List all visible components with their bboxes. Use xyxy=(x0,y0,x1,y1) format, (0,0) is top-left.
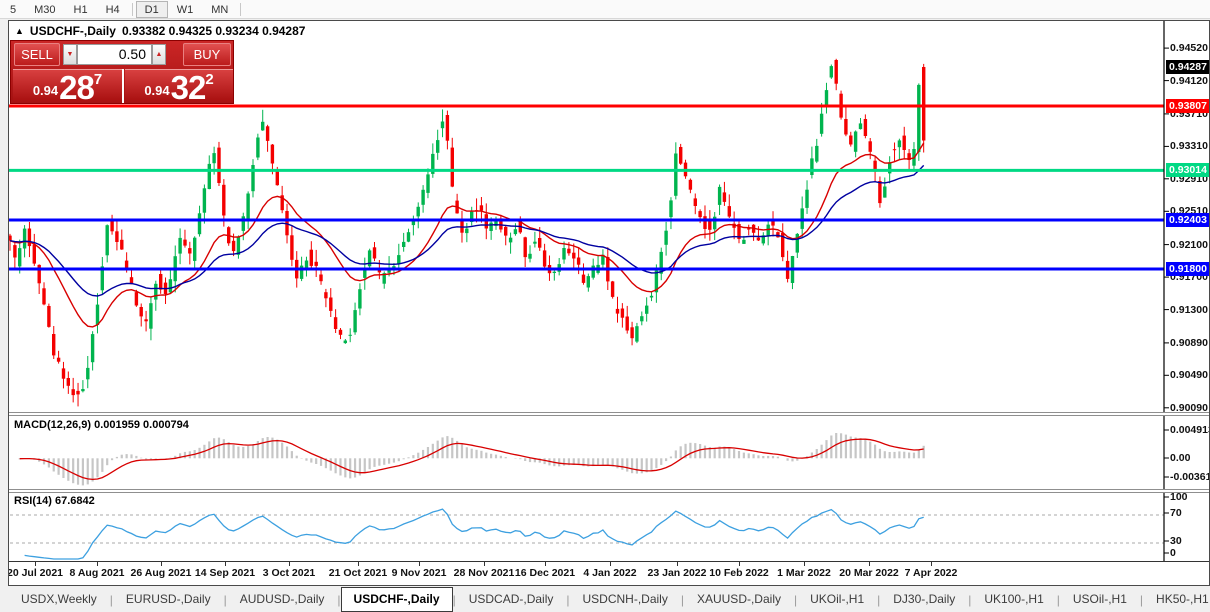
timeframe-button-h1[interactable]: H1 xyxy=(65,1,97,18)
date-tick xyxy=(97,562,98,566)
price-badge: 0.91800 xyxy=(1166,262,1210,276)
price-axis-label: 0.90490 xyxy=(1170,369,1208,381)
rsi-axis-label: 30 xyxy=(1170,535,1182,547)
date-axis-label: 7 Apr 2022 xyxy=(905,567,958,579)
toolbar-separator xyxy=(132,3,133,16)
date-tick xyxy=(358,562,359,566)
date-axis-label: 20 Mar 2022 xyxy=(839,567,899,579)
date-tick xyxy=(484,562,485,566)
tab-usoil-h1[interactable]: USOil-,H1 xyxy=(1060,587,1140,612)
chart-window: ▲ USDCHF-,Daily 0.93382 0.94325 0.93234 … xyxy=(8,20,1210,586)
date-axis-label: 1 Mar 2022 xyxy=(777,567,831,579)
tab-uk100-h1[interactable]: UK100-,H1 xyxy=(971,587,1056,612)
tab-ukoil-h1[interactable]: UKOil-,H1 xyxy=(797,587,877,612)
date-tick xyxy=(225,562,226,566)
rsi-axis-label: 70 xyxy=(1170,507,1182,519)
date-tick xyxy=(610,562,611,566)
price-axis-label: 0.90090 xyxy=(1170,402,1208,414)
date-axis-label: 26 Aug 2021 xyxy=(131,567,192,579)
tab-usdcad-daily[interactable]: USDCAD-,Daily xyxy=(456,587,567,612)
timeframe-toolbar: 5M30H1H4 D1W1MN xyxy=(0,0,1210,19)
sell-price-display[interactable]: 0.94 28 7 xyxy=(13,69,122,102)
sell-button[interactable]: SELL xyxy=(14,43,60,66)
chart-title: ▲ USDCHF-,Daily 0.93382 0.94325 0.93234 … xyxy=(15,24,305,38)
date-tick xyxy=(677,562,678,566)
date-axis-label: 4 Jan 2022 xyxy=(583,567,636,579)
macd-axis-label: 0.004913 xyxy=(1170,424,1210,436)
tab-hk50-h1[interactable]: HK50-,H1 xyxy=(1143,587,1210,612)
date-tick xyxy=(869,562,870,566)
symbol-marker-icon: ▲ xyxy=(15,26,24,36)
date-axis-label: 14 Sep 2021 xyxy=(195,567,255,579)
tab-xauusd-daily[interactable]: XAUUSD-,Daily xyxy=(684,587,794,612)
buy-price-sup: 2 xyxy=(205,71,213,88)
date-axis-label: 21 Oct 2021 xyxy=(329,567,387,579)
date-axis-label: 28 Nov 2021 xyxy=(454,567,515,579)
volume-decrease-button[interactable]: ▼ xyxy=(63,44,77,65)
date-tick xyxy=(804,562,805,566)
date-axis-label: 10 Feb 2022 xyxy=(709,567,769,579)
timeframe-button-h4[interactable]: H4 xyxy=(97,1,129,18)
macd-label: MACD(12,26,9) 0.001959 0.000794 xyxy=(14,419,189,431)
timeframe-button-w1[interactable]: W1 xyxy=(168,1,203,18)
tab-usdchf-daily[interactable]: USDCHF-,Daily xyxy=(341,587,453,612)
trade-panel-divider xyxy=(122,69,124,103)
date-tick xyxy=(931,562,932,566)
price-badge: 0.94287 xyxy=(1166,60,1210,74)
tab-usdx-weekly[interactable]: USDX,Weekly xyxy=(8,587,110,612)
date-axis-label: 9 Nov 2021 xyxy=(392,567,447,579)
price-badge: 0.93014 xyxy=(1166,163,1210,177)
volume-input[interactable]: 0.50 xyxy=(77,44,152,65)
price-axis-label: 0.94520 xyxy=(1170,42,1208,54)
buy-price-prefix: 0.94 xyxy=(144,83,169,98)
symbol-tab-bar: USDX,Weekly|EURUSD-,Daily|AUDUSD-,Daily|… xyxy=(0,586,1210,612)
buy-button[interactable]: BUY xyxy=(183,43,231,66)
sell-price-sup: 7 xyxy=(94,71,102,88)
timeframe-button-d1[interactable]: D1 xyxy=(136,1,168,18)
macd-axis-label: -0.003614 xyxy=(1170,471,1210,483)
sell-price-big: 28 xyxy=(59,74,94,101)
sell-price-prefix: 0.94 xyxy=(33,83,58,98)
date-axis-label: 8 Aug 2021 xyxy=(69,567,124,579)
buy-price-display[interactable]: 0.94 32 2 xyxy=(125,69,233,102)
ohlc-values: 0.93382 0.94325 0.93234 0.94287 xyxy=(122,24,306,38)
price-axis-label: 0.91300 xyxy=(1170,304,1208,316)
tab-dj30-daily[interactable]: DJ30-,Daily xyxy=(880,587,968,612)
macd-axis-label: 0.00 xyxy=(1170,452,1190,464)
rsi-axis-label: 100 xyxy=(1170,491,1188,503)
trade-panel-top-row: SELL ▼ 0.50 ▲ BUY xyxy=(11,41,233,68)
rsi-chart-canvas[interactable] xyxy=(9,493,1209,561)
volume-increase-button[interactable]: ▲ xyxy=(152,44,166,65)
price-badge: 0.92403 xyxy=(1166,213,1210,227)
buy-price-big: 32 xyxy=(171,74,206,101)
timeframe-button-m30[interactable]: M30 xyxy=(25,1,64,18)
timeframe-button-5[interactable]: 5 xyxy=(1,1,25,18)
date-tick xyxy=(739,562,740,566)
date-tick xyxy=(419,562,420,566)
price-axis-label: 0.93310 xyxy=(1170,140,1208,152)
date-axis-label: 23 Jan 2022 xyxy=(648,567,707,579)
price-axis-label: 0.94120 xyxy=(1170,75,1208,87)
date-axis-label: 3 Oct 2021 xyxy=(263,567,316,579)
macd-chart-canvas[interactable] xyxy=(9,416,1209,489)
date-tick xyxy=(545,562,546,566)
price-axis-label: 0.90890 xyxy=(1170,337,1208,349)
toolbar-separator xyxy=(240,3,241,16)
tab-usdcnh-daily[interactable]: USDCNH-,Daily xyxy=(570,587,681,612)
rsi-axis-label: 0 xyxy=(1170,547,1176,559)
date-tick xyxy=(35,562,36,566)
price-axis-label: 0.92100 xyxy=(1170,239,1208,251)
date-axis[interactable]: 20 Jul 2021 8 Aug 2021 26 Aug 202114 Sep 2… xyxy=(9,561,1209,585)
tab-audusd-daily[interactable]: AUDUSD-,Daily xyxy=(227,587,338,612)
symbol-name: USDCHF-,Daily xyxy=(30,24,116,38)
timeframe-button-mn[interactable]: MN xyxy=(202,1,237,18)
tab-eurusd-daily[interactable]: EURUSD-,Daily xyxy=(113,587,224,612)
date-axis-label: 20 Jul 2021 xyxy=(8,567,63,579)
price-badge: 0.93807 xyxy=(1166,99,1210,113)
date-axis-label: 16 Dec 2021 xyxy=(515,567,575,579)
date-tick xyxy=(289,562,290,566)
date-tick xyxy=(161,562,162,566)
rsi-label: RSI(14) 67.6842 xyxy=(14,495,95,507)
one-click-trading-panel: SELL ▼ 0.50 ▲ BUY 0.94 28 7 0.94 32 2 xyxy=(10,40,234,104)
